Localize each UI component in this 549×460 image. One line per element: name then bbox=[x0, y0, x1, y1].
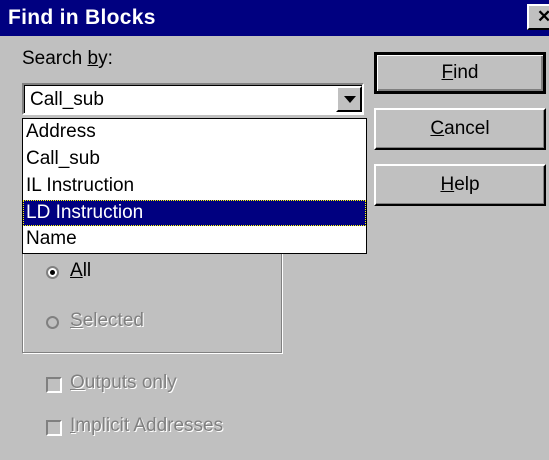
radio-all-label: All bbox=[70, 260, 92, 281]
dropdown-option-address[interactable]: Address bbox=[23, 119, 366, 145]
dropdown-option-name[interactable]: Name bbox=[23, 226, 366, 252]
outputs-only-label: Outputs only bbox=[70, 372, 177, 393]
search-by-label: Search by: bbox=[22, 48, 113, 69]
combobox-value: Call_sub bbox=[30, 89, 104, 110]
scope-groupbox bbox=[22, 240, 282, 353]
help-button[interactable]: Help bbox=[374, 164, 546, 206]
chevron-down-icon[interactable] bbox=[336, 86, 362, 112]
find-button[interactable]: Find bbox=[374, 52, 546, 94]
search-by-dropdown-list[interactable]: Address Call_sub IL Instruction LD Instr… bbox=[22, 118, 367, 254]
dropdown-option-il-instruction[interactable]: IL Instruction bbox=[23, 173, 366, 199]
search-by-combobox[interactable]: Call_sub bbox=[22, 83, 364, 115]
cancel-button[interactable]: Cancel bbox=[374, 108, 546, 150]
window-title: Find in Blocks bbox=[8, 6, 156, 29]
radio-selected[interactable] bbox=[46, 316, 59, 329]
implicit-addresses-label: Implicit Addresses bbox=[70, 415, 224, 436]
outputs-only-checkbox[interactable] bbox=[46, 377, 62, 393]
dropdown-option-ld-instruction[interactable]: LD Instruction bbox=[23, 200, 366, 226]
radio-selected-label: Selected bbox=[70, 310, 144, 331]
dropdown-option-call-sub[interactable]: Call_sub bbox=[23, 146, 366, 172]
implicit-addresses-checkbox[interactable] bbox=[46, 420, 62, 436]
close-icon: ✕ bbox=[537, 7, 549, 26]
radio-all[interactable] bbox=[46, 266, 59, 279]
close-button[interactable]: ✕ bbox=[527, 4, 549, 30]
title-bar: Find in Blocks ✕ bbox=[0, 0, 549, 36]
